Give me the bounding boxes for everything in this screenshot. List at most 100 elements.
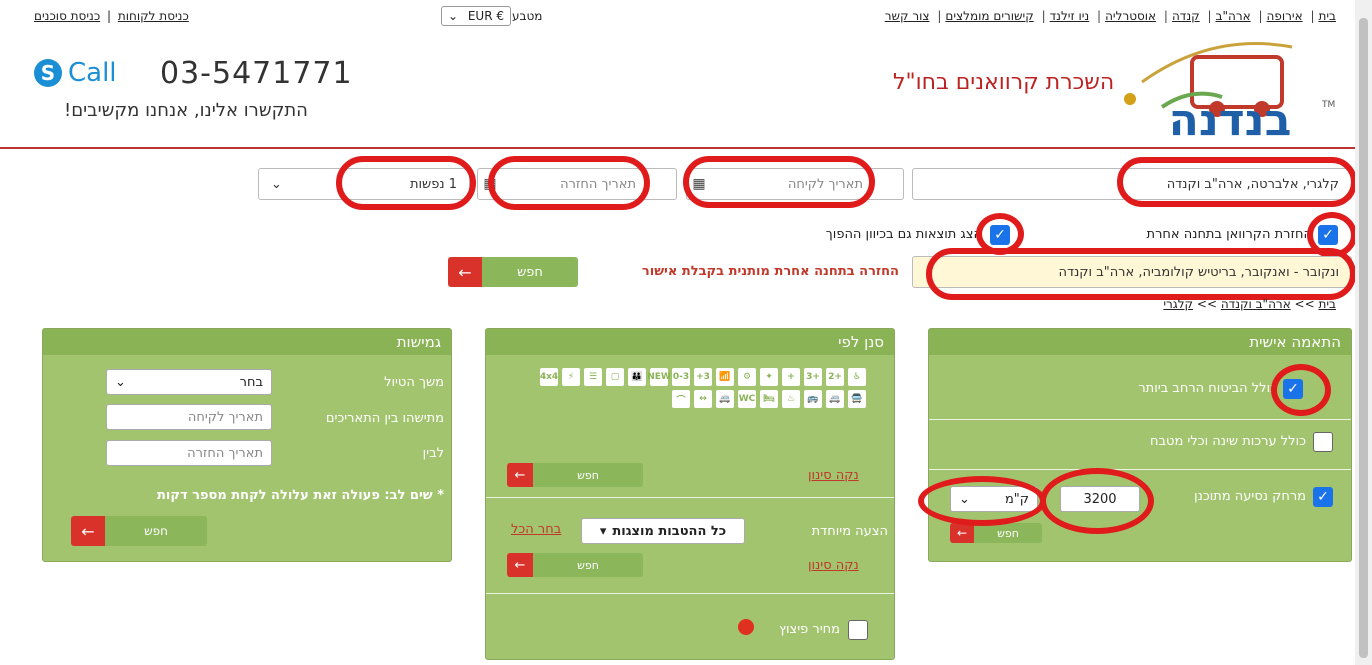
clear-filter-link[interactable]: נקה סינון — [808, 468, 859, 483]
filter-feature-icon[interactable]: + — [782, 368, 800, 386]
filter-feature-icon[interactable]: 📶 — [716, 368, 734, 386]
flex-from-input[interactable]: תאריך לקיחה — [106, 404, 272, 430]
annotation-circle — [1271, 364, 1331, 416]
filter-feature-icon[interactable]: ♿ — [848, 368, 866, 386]
header-divider — [0, 147, 1372, 149]
to-label: לבין — [422, 446, 444, 461]
filter-feature-icon[interactable]: 👪 — [628, 368, 646, 386]
filter-feature-icon[interactable]: 🛏 — [760, 390, 778, 408]
search-button[interactable]: ← חפש — [448, 257, 578, 287]
panel-title: התאמה אישית — [929, 329, 1351, 355]
skype-icon: S — [34, 59, 62, 87]
nav-home[interactable]: בית — [1318, 9, 1336, 23]
page-title: השכרת קרוואנים בחו"ל — [893, 70, 1115, 95]
personal-search-button[interactable]: ← חפש — [950, 523, 1042, 543]
kitchen-checkbox[interactable] — [1313, 432, 1333, 452]
phone-number: 03-5471771 — [160, 56, 353, 91]
logo-tm: TM — [1321, 100, 1335, 110]
chevron-down-icon: ⌄ — [448, 9, 459, 23]
panel-title: גמישות — [43, 329, 451, 355]
breadcrumb-home[interactable]: בית — [1318, 297, 1336, 311]
annotation-circle — [1117, 157, 1357, 207]
logo-text: בנדנה — [1169, 95, 1292, 139]
filter-feature-icon[interactable]: ✦ — [760, 368, 778, 386]
filter-feature-icon[interactable]: 🚐 — [716, 390, 734, 408]
contact-tagline: התקשרו אלינו, אנחנו מקשיבים! — [64, 100, 308, 121]
clear-filter-link[interactable]: נקה סינון — [808, 558, 859, 573]
currency-select[interactable]: ⌄ EUR € — [441, 6, 511, 26]
filter-feature-icon[interactable]: +3 — [694, 368, 712, 386]
filter-feature-icon[interactable]: 2+ — [826, 368, 844, 386]
filter-feature-icon[interactable]: ⚙ — [738, 368, 756, 386]
breadcrumb: בית >> ארה"ב וקנדה >> קלגרי — [1163, 297, 1336, 311]
filter-feature-icon[interactable]: 🚐 — [826, 390, 844, 408]
special-search-button[interactable]: ← חפש — [507, 553, 643, 577]
distance-checkbox[interactable]: ✓ — [1313, 487, 1333, 507]
select-all-link[interactable]: בחר הכל — [511, 522, 561, 537]
annotation-circle — [336, 156, 476, 210]
duration-label: משך הטיול — [384, 375, 444, 390]
arrow-left-icon: ← — [507, 553, 533, 577]
arrow-left-icon: ← — [71, 516, 105, 546]
panel-title: סנן לפי — [486, 329, 894, 355]
nav-usa[interactable]: ארה"ב — [1216, 9, 1251, 23]
nav-contact[interactable]: צור קשר — [885, 9, 930, 23]
filter-search-button[interactable]: ← חפש — [507, 463, 643, 487]
nav-europe[interactable]: אירופה — [1267, 9, 1303, 23]
filter-feature-icon[interactable]: ♨ — [782, 390, 800, 408]
chevron-down-icon: ⌄ — [115, 374, 126, 390]
arrow-left-icon: ← — [950, 523, 974, 543]
filter-feature-icon[interactable]: ⚡ — [562, 368, 580, 386]
annotation-circle — [918, 476, 1046, 526]
annotation-circle — [926, 248, 1356, 300]
nav-australia[interactable]: אוסטרליה — [1105, 9, 1156, 23]
breadcrumb-country[interactable]: ארה"ב וקנדה — [1221, 297, 1291, 311]
return-other-label: החזרת הקרוואן בתחנה אחרת — [1146, 227, 1312, 242]
breadcrumb-city[interactable]: קלגרי — [1163, 297, 1193, 311]
nav-canada[interactable]: קנדה — [1172, 9, 1200, 23]
skype-call-button[interactable]: S Call — [34, 58, 117, 88]
filter-feature-icon[interactable]: ▢ — [606, 368, 624, 386]
reverse-label: הצג תוצאות גם בכיוון ההפוך — [825, 227, 982, 242]
login-links: כניסת לקוחות | כניסת סוכנים — [34, 9, 189, 23]
filter-feature-icon[interactable]: 3+ — [804, 368, 822, 386]
customer-login-link[interactable]: כניסת לקוחות — [118, 9, 189, 23]
filter-feature-icon[interactable]: ⌒ — [672, 390, 690, 408]
currency-value: EUR € — [467, 9, 504, 23]
flex-search-button[interactable]: ← חפש — [71, 516, 207, 546]
kitchen-label: כולל ערכות שינה וכלי מטבח — [1150, 434, 1306, 449]
filter-feature-icon[interactable]: ↔ — [694, 390, 712, 408]
compensation-checkbox[interactable] — [848, 620, 868, 640]
annotation-circle — [1040, 468, 1154, 534]
site-logo[interactable]: TM בנדנה — [1122, 27, 1338, 139]
currency-label: מטבע — [512, 9, 543, 23]
scrollbar-thumb[interactable] — [1359, 18, 1368, 658]
between-label: מתישהו בין התאריכים — [325, 411, 444, 426]
bomb-icon — [738, 619, 754, 635]
filter-feature-icon[interactable]: 4x4 — [540, 368, 558, 386]
chevron-down-icon: ⌄ — [271, 176, 282, 192]
filter-feature-icon[interactable]: WC — [738, 390, 756, 408]
flex-note: * שים לב: פעולה זאת עלולה לקחת מספר דקות — [157, 488, 444, 503]
filter-feature-icon[interactable]: ☰ — [584, 368, 602, 386]
page-scrollbar[interactable] — [1355, 0, 1372, 665]
distance-label: מרחק נסיעה מתוכנן — [1194, 489, 1306, 504]
filter-feature-icon[interactable]: 0-3 — [672, 368, 690, 386]
return-warning: החזרה בתחנה אחרת מותנית בקבלת אישור — [641, 264, 899, 279]
agent-login-link[interactable]: כניסת סוכנים — [34, 9, 100, 23]
caret-down-icon: ▾ — [599, 523, 607, 539]
insurance-label: כולל הביטוח הרחב ביותר — [1138, 381, 1277, 396]
flex-to-input[interactable]: תאריך החזרה — [106, 440, 272, 466]
nav-links[interactable]: קישורים מומלצים — [945, 9, 1033, 23]
top-nav: בית| אירופה| ארה"ב| קנדה| אוסטרליה| ניו … — [884, 9, 1336, 23]
nav-newzealand[interactable]: ניו זילנד — [1050, 9, 1090, 23]
arrow-left-icon: ← — [507, 463, 533, 487]
filter-feature-icon[interactable]: 🚌 — [804, 390, 822, 408]
call-label: Call — [68, 58, 117, 88]
filter-feature-icon[interactable]: NEW — [647, 368, 671, 386]
filter-feature-icon[interactable]: 🚍 — [848, 390, 866, 408]
special-offer-label: הצעה מיוחדת — [811, 524, 888, 539]
special-offer-select[interactable]: כל ההטבות מוצגות ▾ — [581, 518, 745, 544]
duration-select[interactable]: בחר ⌄ — [106, 369, 272, 395]
filter-icons: 4x4 ⚡ ☰ ▢ 👪 NEW 0-3 +3 📶 ⚙ ✦ +3+ 2+ ♿ ⌒ ↔ 🚐 WC 🛏 ♨ 🚌 🚐 🚍 — [540, 368, 866, 408]
